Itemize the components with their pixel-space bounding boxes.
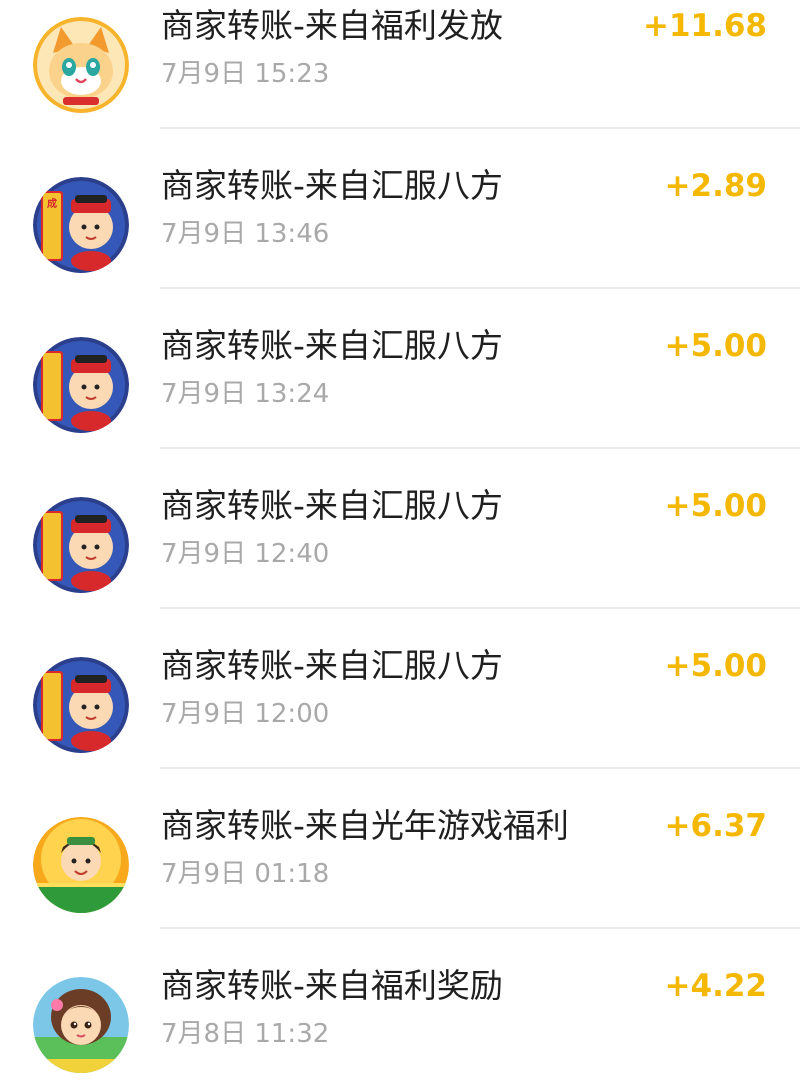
svg-text:成: 成 <box>47 197 57 210</box>
idiom-scholar-icon: 成 <box>33 177 129 273</box>
happy-idiom-icon <box>33 817 129 913</box>
cartoon-cat-icon <box>33 17 129 113</box>
idiom-scholar-icon <box>33 337 129 433</box>
transaction-time: 7月9日 12:40 <box>161 539 330 569</box>
transaction-time: 7月9日 12:00 <box>161 699 330 729</box>
transaction-time: 7月9日 01:18 <box>161 859 330 889</box>
transaction-amount: +5.00 <box>664 488 767 524</box>
little-flower-girl-icon <box>33 977 129 1073</box>
transaction-row[interactable]: 商家转账-来自汇服八方 7月9日 12:40 +5.00 <box>0 449 800 609</box>
transaction-title: 商家转账-来自福利奖励 <box>161 966 503 1005</box>
transaction-row[interactable]: 商家转账-来自福利奖励 7月8日 11:32 +4.22 <box>0 929 800 1089</box>
transaction-time: 7月9日 13:24 <box>161 379 330 409</box>
transaction-amount: +6.37 <box>664 808 767 844</box>
transaction-title: 商家转账-来自汇服八方 <box>161 326 503 365</box>
transaction-row[interactable]: 成 商家转账-来自汇服八方 7月9日 13:46 +2.89 <box>0 129 800 289</box>
transaction-list: 商家转账-来自福利发放 7月9日 15:23 +11.68 成 商家转账-来自汇… <box>0 0 800 1089</box>
transaction-time: 7月9日 15:23 <box>161 59 330 89</box>
transaction-time: 7月8日 11:32 <box>161 1019 330 1049</box>
transaction-title: 商家转账-来自光年游戏福利 <box>161 806 569 845</box>
transaction-row[interactable]: 商家转账-来自福利发放 7月9日 15:23 +11.68 <box>0 0 800 129</box>
transaction-row[interactable]: 商家转账-来自光年游戏福利 7月9日 01:18 +6.37 <box>0 769 800 929</box>
transaction-title: 商家转账-来自汇服八方 <box>161 486 503 525</box>
transaction-row[interactable]: 商家转账-来自汇服八方 7月9日 13:24 +5.00 <box>0 289 800 449</box>
transaction-amount: +4.22 <box>664 968 767 1004</box>
transaction-time: 7月9日 13:46 <box>161 219 330 249</box>
transaction-row[interactable]: 商家转账-来自汇服八方 7月9日 12:00 +5.00 <box>0 609 800 769</box>
transaction-amount: +5.00 <box>664 328 767 364</box>
transaction-amount: +11.68 <box>642 8 767 44</box>
transaction-amount: +5.00 <box>664 648 767 684</box>
idiom-scholar-icon <box>33 497 129 593</box>
transaction-title: 商家转账-来自汇服八方 <box>161 646 503 685</box>
idiom-scholar-icon <box>33 657 129 753</box>
transaction-title: 商家转账-来自汇服八方 <box>161 166 503 205</box>
transaction-amount: +2.89 <box>664 168 767 204</box>
transaction-title: 商家转账-来自福利发放 <box>161 6 503 45</box>
